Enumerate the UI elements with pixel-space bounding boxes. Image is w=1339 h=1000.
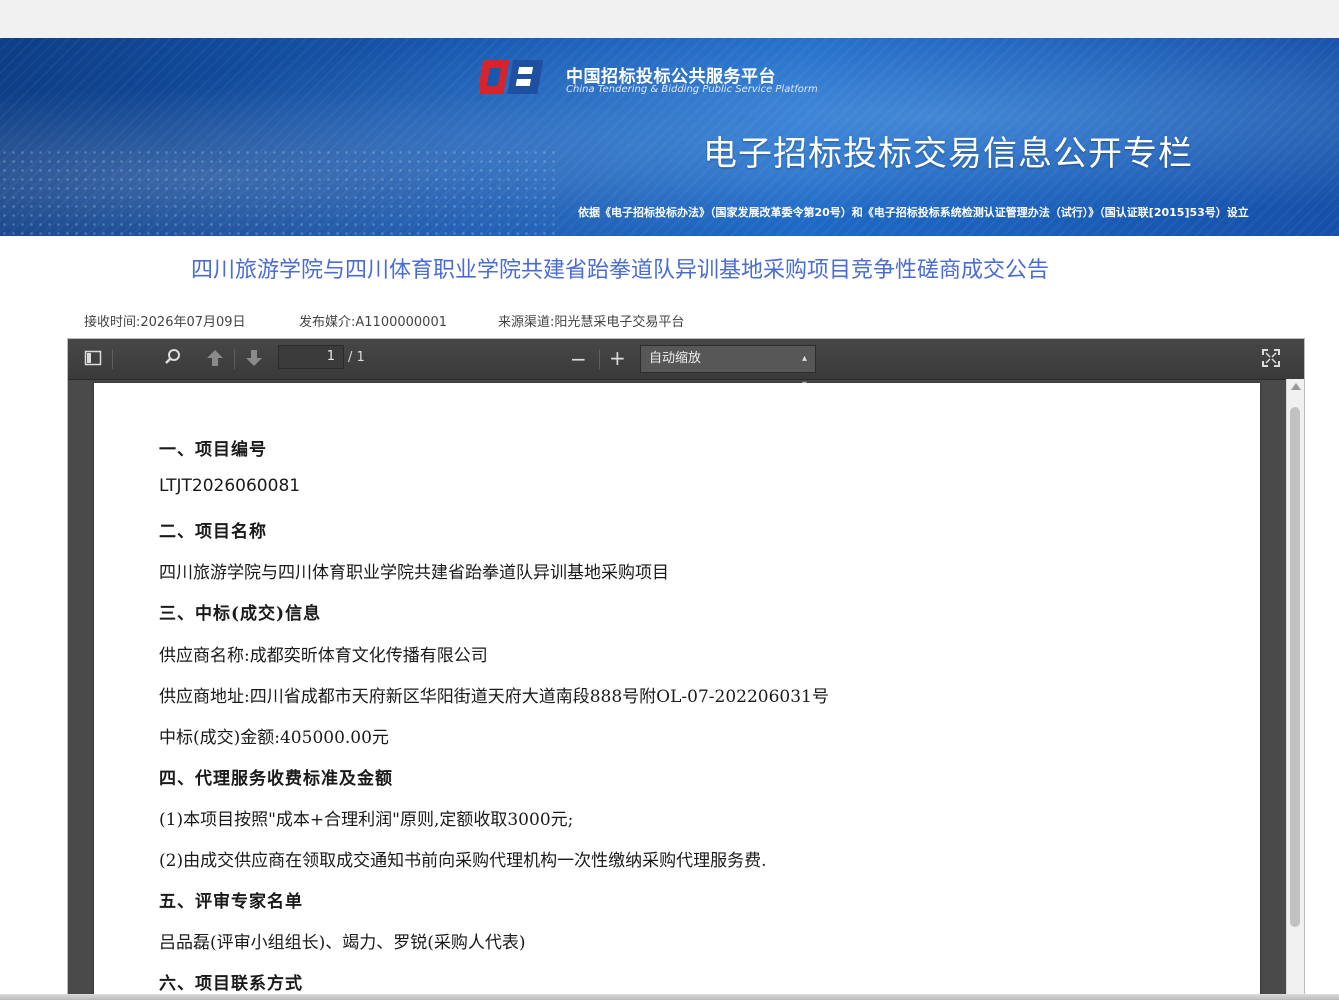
arrow-up-icon [207, 350, 223, 366]
sidebar-toggle-button[interactable] [84, 349, 102, 371]
platform-logo-icon [480, 60, 544, 94]
project-name: 四川旅游学院与四川体育职业学院共建省跆拳道队异训基地采购项目 [159, 563, 669, 583]
supplier-address: 供应商地址:四川省成都市天府新区华阳街道天府大道南段888号附OL-07-202… [159, 687, 829, 707]
search-button[interactable] [164, 348, 182, 370]
zoom-in-button[interactable]: + [609, 346, 626, 370]
fullscreen-icon [1262, 349, 1280, 367]
scroll-up-arrow-icon[interactable] [1291, 383, 1301, 390]
section-heading: 六、项目联系方式 [159, 974, 303, 994]
legal-basis-text: 依据《电子招标投标办法》（国家发展改革委令第20号）和《电子招标投标系统检测认证… [578, 206, 1249, 219]
section-heading: 二、项目名称 [159, 522, 267, 542]
received-time: 接收时间:2026年07月09日 [84, 315, 246, 330]
page-number-input[interactable]: 1 [278, 345, 344, 369]
project-number: LTJT2026060081 [159, 476, 301, 496]
arrow-down-icon [246, 350, 262, 366]
pdf-scrollbar[interactable] [1286, 379, 1304, 999]
toolbar-separator [234, 349, 235, 369]
taskbar-edge [0, 994, 1339, 1000]
publish-media: 发布媒介:A1100000001 [299, 315, 447, 330]
section-heading: 一、项目编号 [159, 440, 267, 460]
zoom-out-button[interactable]: − [570, 347, 587, 371]
column-title: 电子招标投标交易信息公开专栏 [703, 134, 1193, 174]
section-heading: 五、评审专家名单 [159, 892, 303, 912]
platform-name-en: China Tendering & Bidding Public Service… [566, 84, 818, 95]
fullscreen-button[interactable] [1262, 349, 1280, 371]
pdf-toolbar: 1 / 1 − + 自动缩放 ▴▾ [68, 339, 1304, 390]
section-heading: 三、中标(成交)信息 [159, 604, 322, 624]
search-icon [165, 349, 180, 364]
pdf-page: 一、项目编号 LTJT2026060081 二、项目名称 四川旅游学院与四川体育… [94, 383, 1260, 999]
notice-title: 四川旅游学院与四川体育职业学院共建省跆拳道队异训基地采购项目竞争性磋商成交公告 [190, 258, 1049, 283]
zoom-select[interactable]: 自动缩放 ▴▾ [640, 345, 816, 390]
previous-page-button[interactable] [206, 349, 224, 371]
page-total: / 1 [348, 350, 365, 365]
browser-top-strip [0, 0, 1339, 38]
fee-rule-1: (1)本项目按照"成本+合理利润"原则,定额收取3000元; [159, 810, 574, 830]
banner-dot-pattern [0, 148, 560, 236]
fee-rule-2: (2)由成交供应商在领取成交通知书前向采购代理机构一次性缴纳采购代理服务费. [159, 851, 767, 871]
zoom-select-label: 自动缩放 [649, 351, 702, 366]
pdf-viewer: 1 / 1 − + 自动缩放 ▴▾ 一、项目编号 LTJT2026060081 … [67, 338, 1305, 1000]
toolbar-separator [599, 349, 600, 369]
next-page-button[interactable] [245, 349, 263, 371]
toolbar-separator [112, 349, 113, 369]
expert-list: 吕品磊(评审小组组长)、竭力、罗锐(采购人代表) [159, 933, 526, 953]
source-channel: 来源渠道:阳光慧采电子交易平台 [498, 315, 685, 330]
sidebar-toggle-icon [84, 350, 102, 366]
award-amount: 中标(成交)金额:405000.00元 [159, 728, 389, 748]
scrollbar-thumb[interactable] [1290, 407, 1300, 927]
section-heading: 四、代理服务收费标准及金额 [159, 769, 393, 789]
site-banner: 中国招标投标公共服务平台 China Tendering & Bidding P… [0, 38, 1339, 236]
supplier-name: 供应商名称:成都奕昕体育文化传播有限公司 [159, 646, 488, 666]
